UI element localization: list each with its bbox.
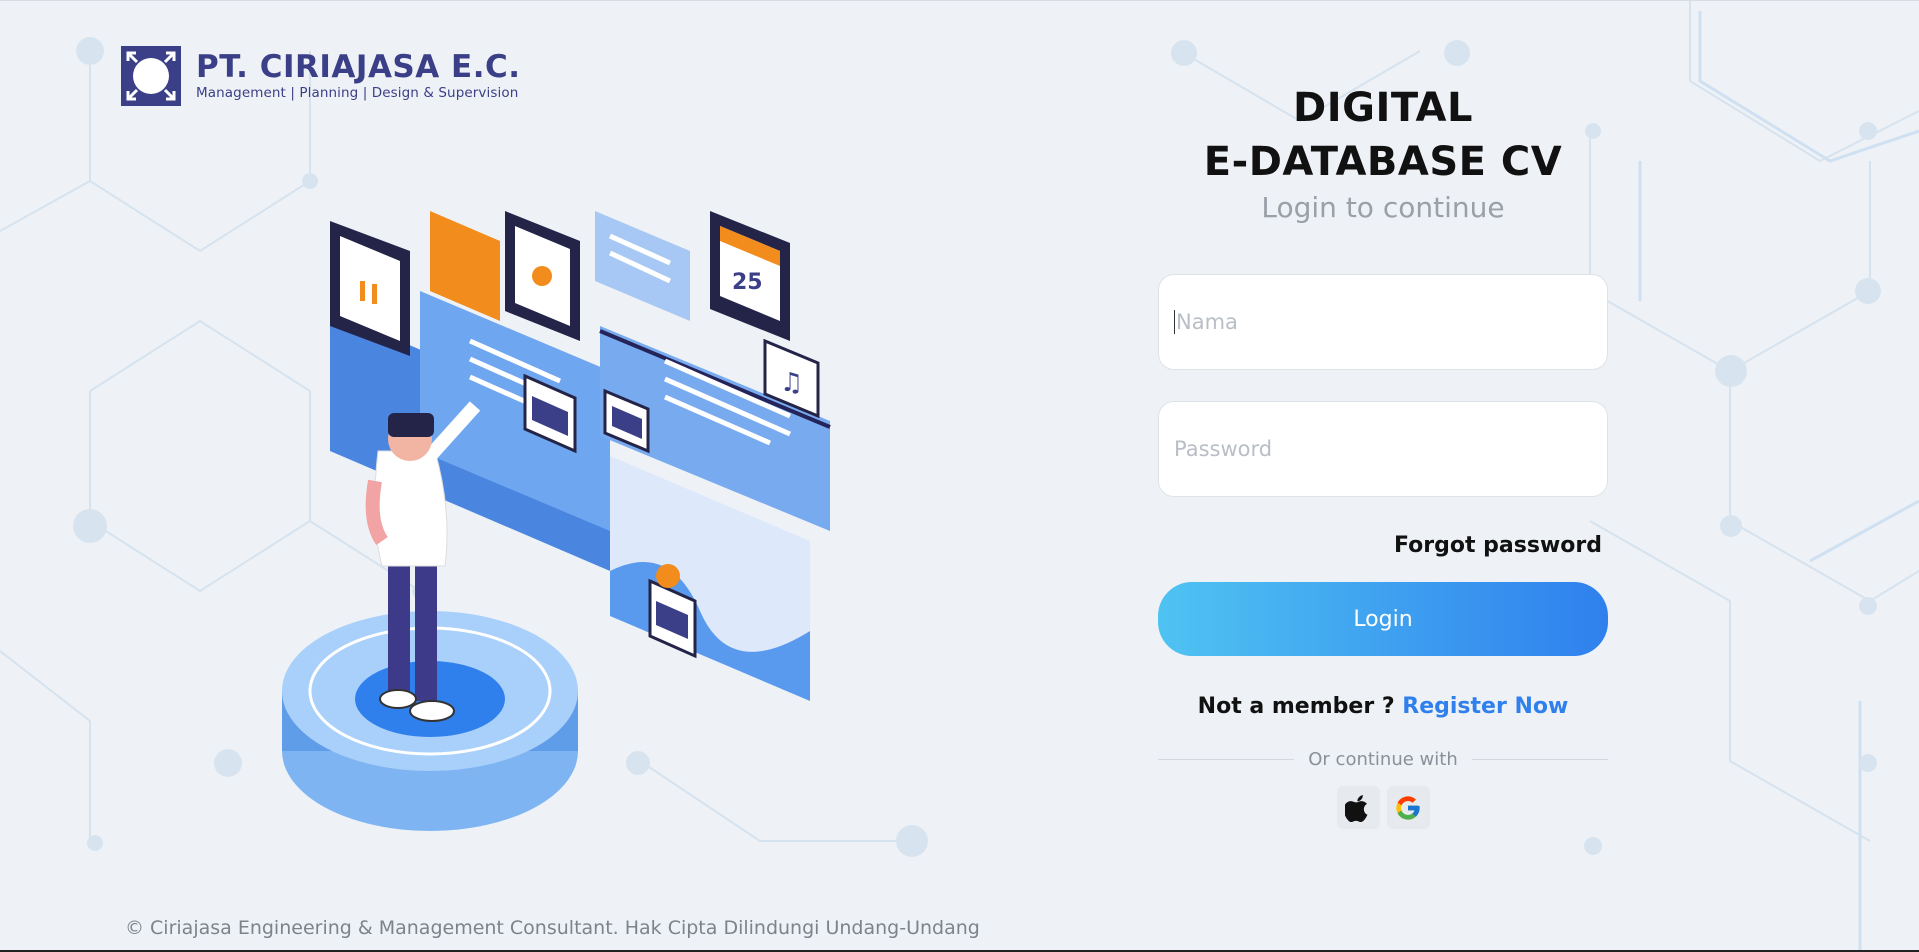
company-name: PT. CIRIAJASA E.C.	[196, 49, 521, 85]
login-button[interactable]: Login	[1158, 582, 1608, 656]
apple-login-button[interactable]	[1336, 786, 1380, 829]
login-page: PT. CIRIAJASA E.C. Management | Planning…	[0, 0, 1919, 952]
password-input[interactable]: Password	[1158, 401, 1608, 497]
page-title-line1: DIGITAL	[1293, 85, 1473, 131]
password-input-placeholder: Password	[1174, 437, 1273, 461]
forgot-password-link[interactable]: Forgot password	[1158, 533, 1608, 558]
apple-icon	[1345, 794, 1368, 822]
register-now-link[interactable]: Register Now	[1402, 694, 1568, 719]
divider-text: Or continue with	[1308, 749, 1458, 770]
footer-copyright: © Ciriajasa Engineering & Management Con…	[125, 917, 980, 939]
text-caret	[1174, 310, 1175, 334]
company-tagline: Management | Planning | Design & Supervi…	[196, 85, 519, 101]
name-input[interactable]: Nama	[1158, 274, 1608, 370]
calendar-day: 25	[732, 270, 763, 295]
name-input-placeholder: Nama	[1176, 310, 1238, 334]
login-subtitle: Login to continue	[1261, 191, 1505, 224]
isometric-illustration: 25 ♫	[282, 211, 831, 831]
divider-line-right	[1471, 759, 1608, 760]
social-login-buttons	[1158, 786, 1608, 829]
company-logo-icon	[121, 46, 181, 106]
social-divider: Or continue with	[1158, 749, 1608, 770]
svg-text:♫: ♫	[780, 368, 803, 398]
google-icon	[1396, 795, 1420, 820]
login-panel: DIGITAL E-DATABASE CV Login to continue …	[1158, 81, 1608, 829]
register-prompt: Not a member ? Register Now	[1158, 694, 1608, 719]
company-logo: PT. CIRIAJASA E.C. Management | Planning…	[120, 45, 521, 107]
divider-line-left	[1158, 759, 1295, 760]
page-title-line2: E-DATABASE CV	[1203, 139, 1563, 185]
google-login-button[interactable]	[1386, 786, 1430, 829]
not-member-text: Not a member ?	[1197, 694, 1395, 719]
